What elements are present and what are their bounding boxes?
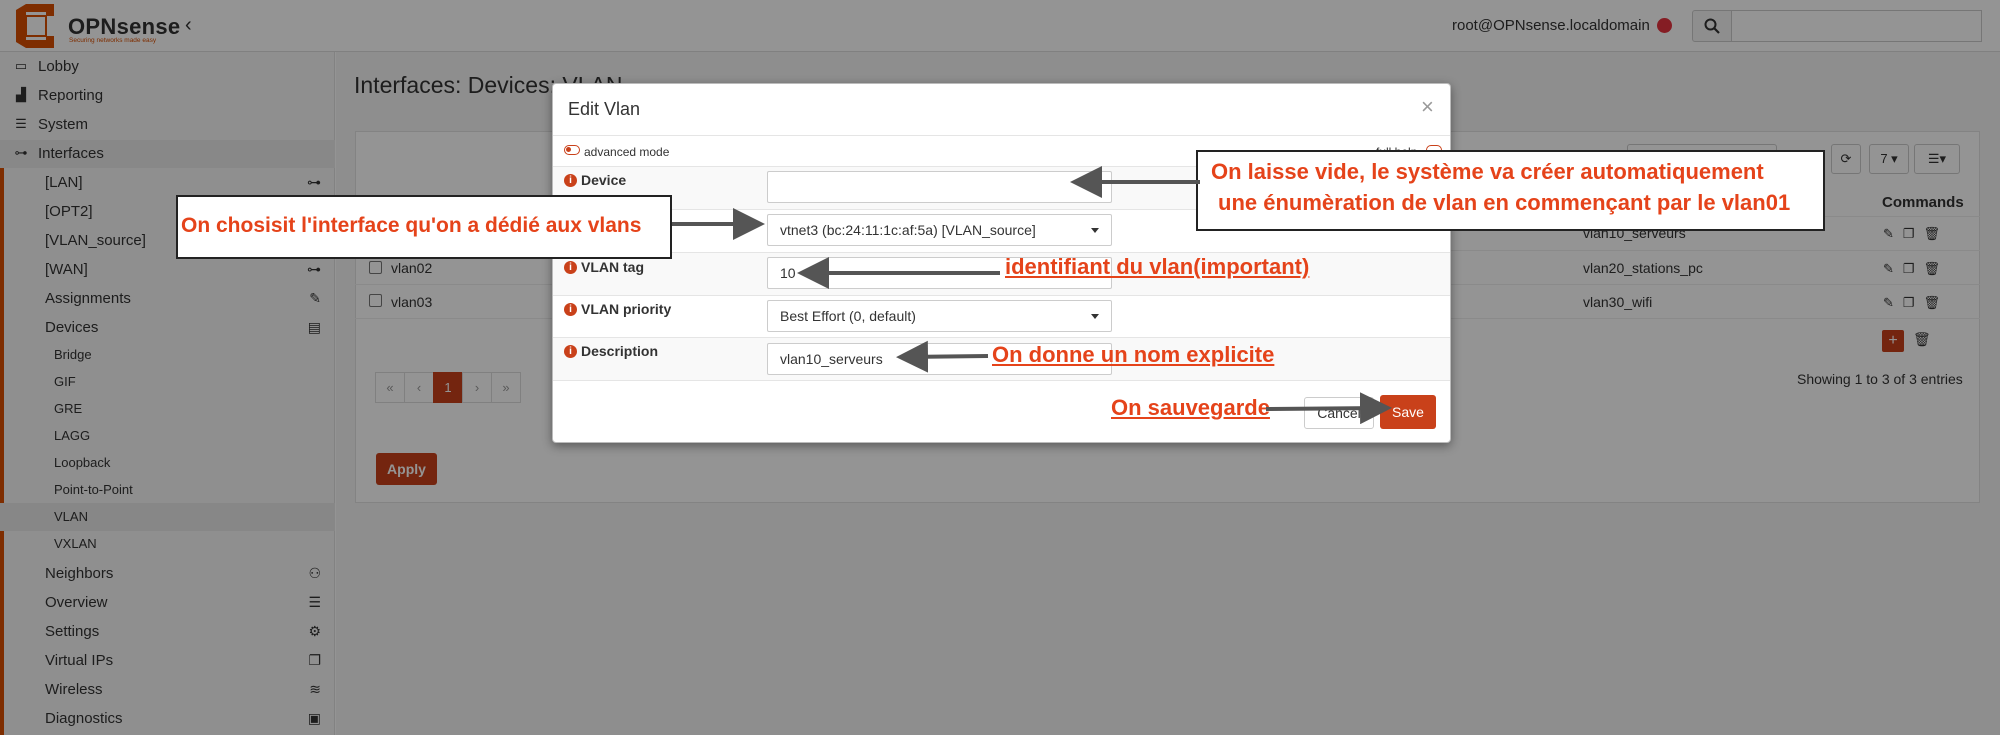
save-button[interactable]: Save [1380,395,1436,429]
parent-interface-select[interactable]: vtnet3 (bc:24:11:1c:af:5a) [VLAN_source] [767,214,1112,246]
dialog-divider [553,135,1450,136]
info-icon[interactable]: i [564,345,577,358]
save-annotation: On sauvegarde [1111,395,1270,420]
close-icon[interactable]: × [1421,94,1434,120]
device-annotation-line2: une énumèration de vlan en commençant pa… [1218,190,1791,215]
info-icon[interactable]: i [564,174,577,187]
parent-interface-value: vtnet3 (bc:24:11:1c:af:5a) [VLAN_source] [780,222,1036,238]
tag-annotation: identifiant du vlan(important) [1005,254,1310,279]
advanced-mode-label: advanced mode [584,145,670,159]
cancel-button[interactable]: Cancel [1304,397,1374,429]
device-label: Device [581,172,627,188]
dialog-divider [553,380,1450,381]
parent-annotation-box: On chosisit l'interface qu'on a dédié au… [176,195,672,259]
dialog-divider [553,295,1450,296]
vlan-priority-select[interactable]: Best Effort (0, default) [767,300,1112,332]
advanced-mode-toggle[interactable] [564,145,580,155]
vlan-priority-label: VLAN priority [581,301,672,317]
description-annotation: On donne un nom explicite [992,342,1275,367]
vlan-priority-value: Best Effort (0, default) [780,308,916,324]
device-annotation-box: On laisse vide, le système va créer auto… [1196,150,1825,231]
description-label: Description [581,343,659,359]
device-input[interactable] [767,171,1112,203]
dialog-divider [553,252,1450,253]
parent-annotation-text: On chosisit l'interface qu'on a dédié au… [181,214,642,237]
dialog-divider [553,337,1450,338]
info-icon[interactable]: i [564,303,577,316]
device-annotation-line1: On laisse vide, le système va créer auto… [1211,159,1764,184]
info-icon[interactable]: i [564,261,577,274]
dialog-title: Edit Vlan [568,99,641,119]
vlan-tag-label: VLAN tag [581,259,644,275]
